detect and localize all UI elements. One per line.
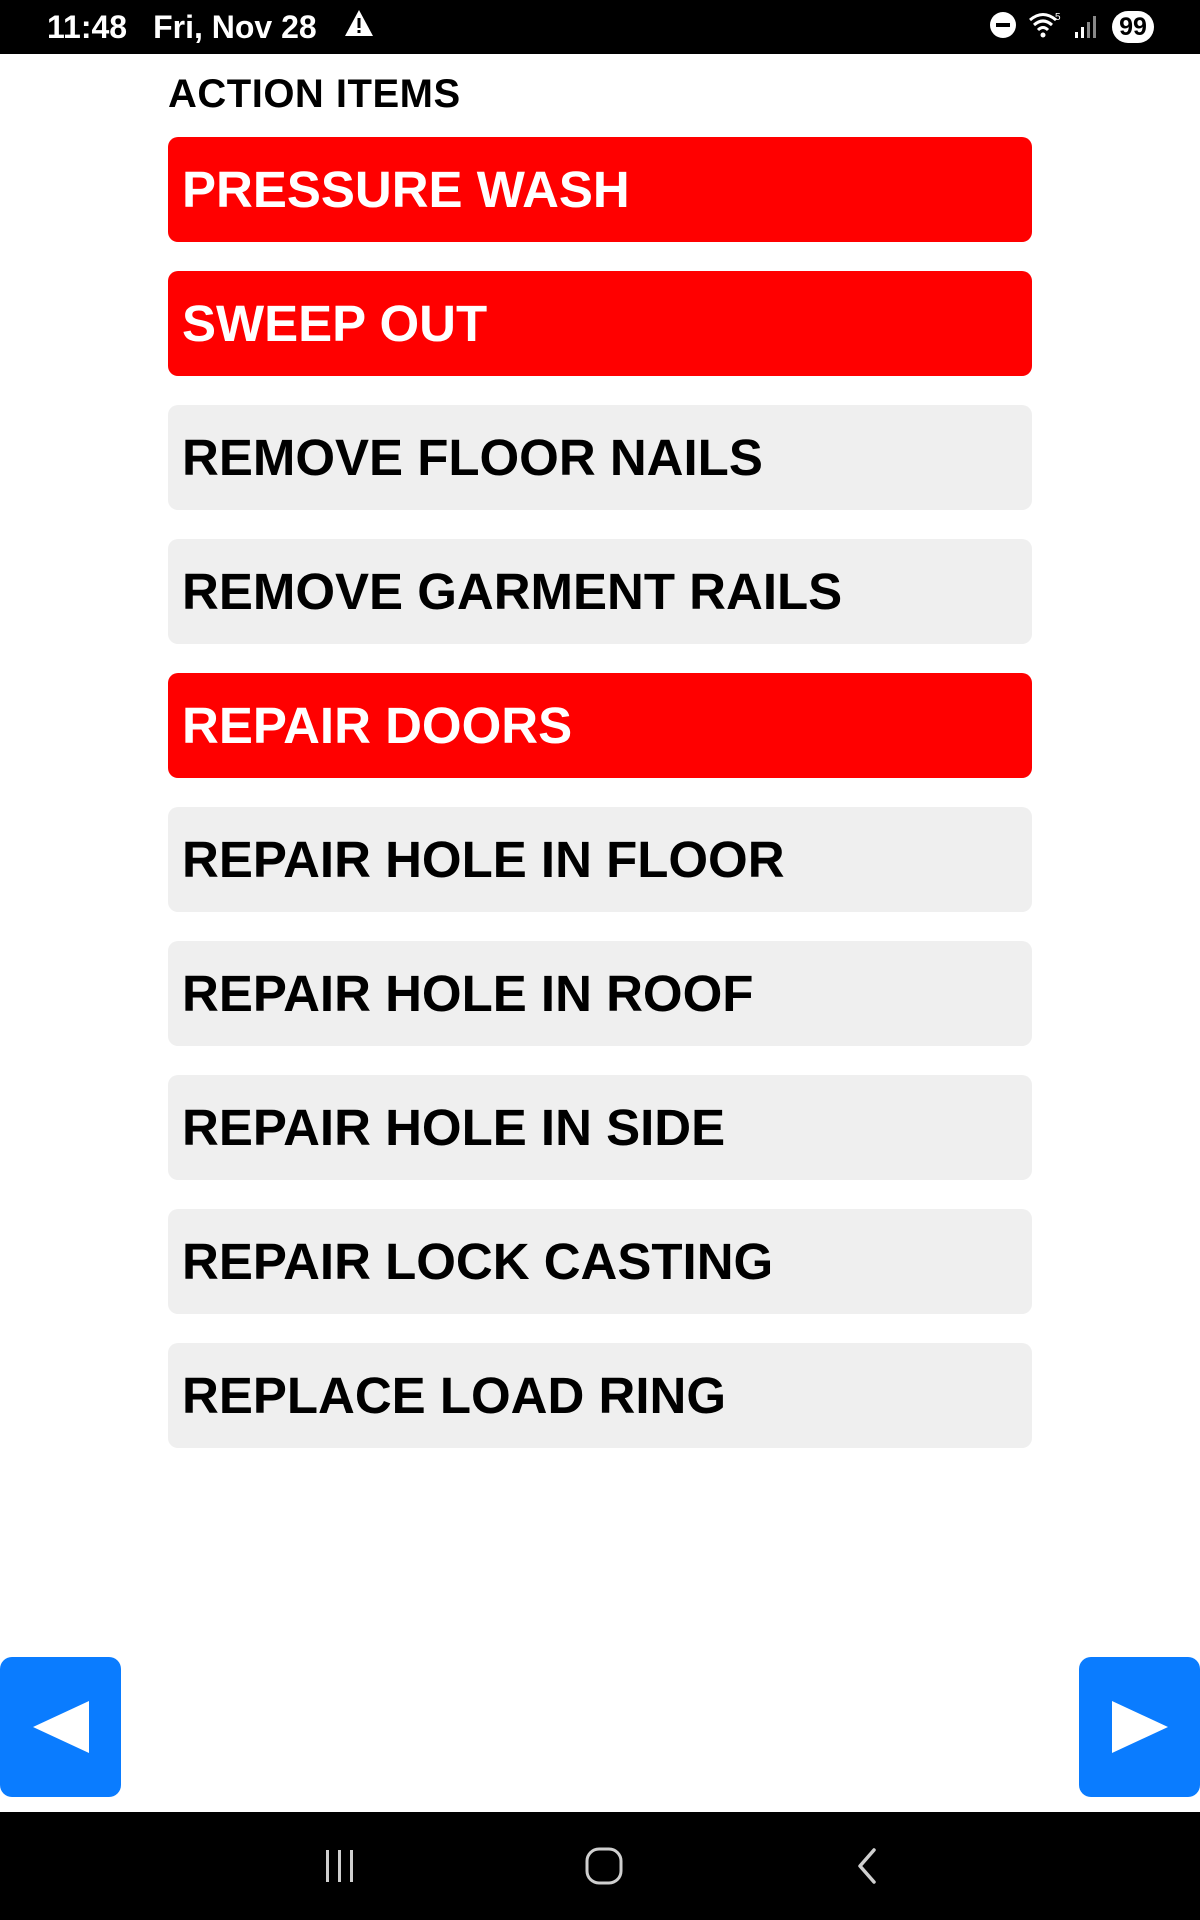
action-item-label: REPAIR DOORS — [182, 697, 573, 754]
previous-button[interactable] — [0, 1657, 121, 1797]
action-item[interactable]: REMOVE FLOOR NAILS — [168, 405, 1032, 510]
svg-text:5: 5 — [1055, 12, 1061, 23]
recents-icon — [326, 1850, 353, 1882]
status-left: 11:48 Fri, Nov 28 — [47, 0, 375, 54]
action-item-label: REPAIR HOLE IN FLOOR — [182, 831, 785, 888]
action-item-label: REMOVE FLOOR NAILS — [182, 429, 763, 486]
next-button[interactable] — [1079, 1657, 1200, 1797]
system-navigation-bar — [0, 1812, 1200, 1920]
triangle-right-icon — [1111, 1701, 1168, 1753]
action-item-label: REPLACE LOAD RING — [182, 1367, 727, 1424]
status-right: 5 99 — [988, 0, 1154, 54]
screen: 11:48 Fri, Nov 28 5 99 ACTION ITEMS PRES… — [0, 0, 1200, 1920]
action-item[interactable]: REMOVE GARMENT RAILS — [168, 539, 1032, 644]
action-item-label: PRESSURE WASH — [182, 161, 630, 218]
signal-icon — [1072, 10, 1102, 45]
dnd-icon — [988, 10, 1018, 45]
home-icon — [585, 1847, 623, 1885]
action-item-label: REPAIR LOCK CASTING — [182, 1233, 774, 1290]
action-item[interactable]: PRESSURE WASH — [168, 137, 1032, 242]
action-item-label: REPAIR HOLE IN SIDE — [182, 1099, 726, 1156]
action-items-list: PRESSURE WASH SWEEP OUT REMOVE FLOOR NAILS… — [168, 137, 1032, 1477]
action-item[interactable]: REPLACE LOAD RING — [168, 1343, 1032, 1448]
action-item[interactable]: REPAIR HOLE IN SIDE — [168, 1075, 1032, 1180]
battery-indicator: 99 — [1112, 11, 1154, 43]
action-item[interactable]: SWEEP OUT — [168, 271, 1032, 376]
back-icon — [858, 1848, 876, 1884]
action-item[interactable]: REPAIR DOORS — [168, 673, 1032, 778]
page-title: ACTION ITEMS — [168, 72, 461, 116]
wifi-icon: 5 — [1028, 10, 1062, 45]
action-item[interactable]: REPAIR LOCK CASTING — [168, 1209, 1032, 1314]
back-button[interactable] — [840, 1838, 896, 1894]
recents-button[interactable] — [312, 1838, 368, 1894]
triangle-left-icon — [32, 1701, 89, 1753]
status-bar: 11:48 Fri, Nov 28 5 99 — [0, 0, 1200, 54]
action-item[interactable]: REPAIR HOLE IN FLOOR — [168, 807, 1032, 912]
home-button[interactable] — [576, 1838, 632, 1894]
action-item-label: REMOVE GARMENT RAILS — [182, 563, 843, 620]
action-item-label: SWEEP OUT — [182, 295, 488, 352]
action-item[interactable]: REPAIR HOLE IN ROOF — [168, 941, 1032, 1046]
action-item-label: REPAIR HOLE IN ROOF — [182, 965, 754, 1022]
warning-icon — [343, 8, 375, 46]
status-date: Fri, Nov 28 — [153, 8, 317, 45]
status-time: 11:48 — [47, 8, 128, 45]
